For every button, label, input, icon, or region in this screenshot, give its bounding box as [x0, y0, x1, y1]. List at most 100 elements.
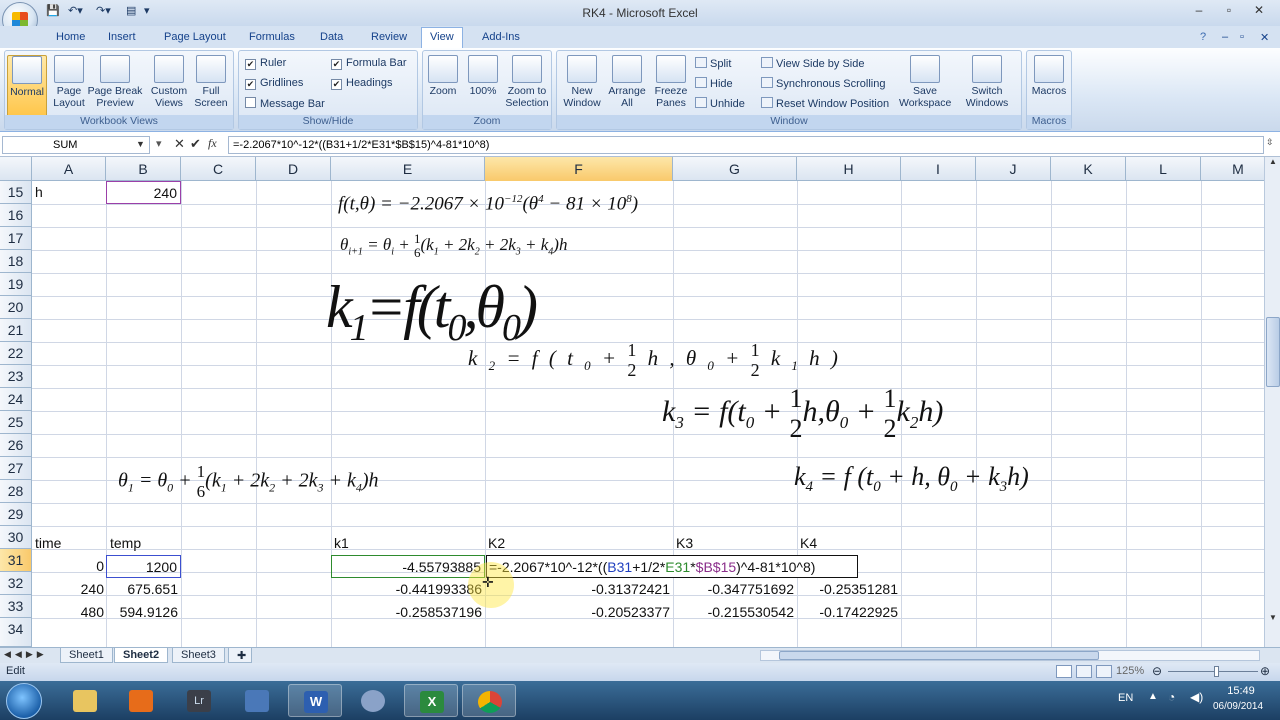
taskbar-word[interactable]: W [288, 684, 342, 717]
save-icon[interactable]: 💾 [46, 4, 60, 22]
cell-e31[interactable]: -4.55793885 [331, 555, 485, 578]
column-header-h[interactable]: H [797, 157, 901, 181]
cell-b31[interactable]: 1200 [106, 555, 181, 578]
switch-windows-button[interactable]: Switch Windows [959, 55, 1015, 117]
row-header-25[interactable]: 25 [0, 411, 32, 434]
select-all-corner[interactable] [0, 157, 32, 181]
cell-a33[interactable]: 480 [32, 601, 104, 624]
row-header-28[interactable]: 28 [0, 480, 32, 503]
tab-insert[interactable]: Insert [108, 31, 136, 43]
page-layout-button[interactable]: Page Layout [49, 55, 89, 117]
zoom-slider-thumb[interactable] [1214, 666, 1219, 677]
sheet-tab-sheet2[interactable]: Sheet2 [114, 648, 169, 663]
column-header-a[interactable]: A [32, 157, 106, 181]
tray-expand-icon[interactable]: ▲ [1148, 691, 1158, 702]
column-header-f[interactable]: F [485, 157, 673, 181]
column-header-b[interactable]: B [106, 157, 181, 181]
sheet-tab-sheet1[interactable]: Sheet1 [60, 648, 113, 663]
language-indicator[interactable]: EN [1118, 692, 1133, 704]
ribbon-minimize-icon[interactable]: – [1222, 31, 1228, 43]
taskbar-explorer[interactable] [58, 684, 112, 717]
zoom-selection-button[interactable]: Zoom to Selection [503, 55, 551, 117]
ribbon-close-icon[interactable]: ✕ [1260, 31, 1269, 44]
column-header-k[interactable]: K [1051, 157, 1126, 181]
full-screen-button[interactable]: Full Screen [191, 55, 231, 117]
cell-g32[interactable]: -0.347751692 [673, 578, 794, 601]
normal-view-button[interactable]: Normal [7, 55, 47, 117]
row-header-26[interactable]: 26 [0, 434, 32, 457]
cell-g33[interactable]: -0.215530542 [673, 601, 794, 624]
print-preview-icon[interactable]: ▤ [126, 4, 136, 22]
cell-a32[interactable]: 240 [32, 578, 104, 601]
sheet-nav-icons[interactable]: ◀◀▶▶ [4, 649, 48, 660]
taskbar-media[interactable] [114, 684, 168, 717]
normal-view-status-icon[interactable] [1056, 665, 1072, 678]
cell-f33[interactable]: -0.20523377 [485, 601, 670, 624]
tab-view[interactable]: View [421, 27, 463, 49]
zoom-button[interactable]: Zoom [423, 55, 463, 117]
row-header-16[interactable]: 16 [0, 204, 32, 227]
vertical-scroll-thumb[interactable] [1266, 317, 1280, 387]
start-button[interactable] [6, 683, 42, 719]
taskbar-tool[interactable] [230, 684, 284, 717]
page-layout-status-icon[interactable] [1076, 665, 1092, 678]
undo-icon[interactable]: ↶▾ [68, 4, 83, 22]
row-header-20[interactable]: 20 [0, 296, 32, 319]
tab-home[interactable]: Home [56, 31, 85, 43]
cell-a31[interactable]: 0 [32, 555, 104, 578]
insert-sheet-icon[interactable]: ✚ [228, 648, 252, 663]
redo-icon[interactable]: ↷▾ [96, 4, 111, 22]
cell-h30[interactable]: K4 [800, 532, 817, 555]
zoom-slider[interactable] [1168, 671, 1258, 672]
help-icon[interactable]: ? [1200, 31, 1206, 43]
row-header-32[interactable]: 32 [0, 572, 32, 595]
split-button[interactable]: Split [695, 57, 731, 73]
column-header-g[interactable]: G [673, 157, 797, 181]
zoom-in-icon[interactable]: ⊕ [1260, 664, 1270, 678]
cell-e32[interactable]: -0.441993386 [331, 578, 482, 601]
synchronous-scrolling-button[interactable]: Synchronous Scrolling [761, 77, 885, 93]
cell-a30[interactable]: time [35, 532, 61, 555]
cell-g30[interactable]: K3 [676, 532, 693, 555]
tab-add-ins[interactable]: Add-Ins [482, 31, 520, 43]
row-header-33[interactable]: 33 [0, 595, 32, 618]
horizontal-scrollbar[interactable] [760, 650, 1260, 661]
sheet-tab-sheet3[interactable]: Sheet3 [172, 648, 225, 663]
row-header-15[interactable]: 15 [0, 181, 32, 204]
formula-dropdown-icon[interactable]: ▾ [156, 137, 162, 150]
message-bar-checkbox[interactable]: Message Bar [245, 97, 325, 113]
row-header-30[interactable]: 30 [0, 526, 32, 549]
horizontal-scroll-thumb[interactable] [779, 651, 1099, 660]
cell-e33[interactable]: -0.258537196 [331, 601, 482, 624]
minimize-icon[interactable]: – [1186, 3, 1212, 21]
row-header-29[interactable]: 29 [0, 503, 32, 526]
clock-time[interactable]: 15:49 [1214, 685, 1268, 697]
row-header-27[interactable]: 27 [0, 457, 32, 480]
vertical-scrollbar[interactable]: ▲ ▼ [1264, 157, 1280, 647]
column-header-j[interactable]: J [976, 157, 1051, 181]
scroll-up-icon[interactable]: ▲ [1266, 157, 1280, 173]
insert-function-icon[interactable]: fx [208, 136, 217, 151]
tab-page-layout[interactable]: Page Layout [164, 31, 226, 43]
close-icon[interactable]: ✕ [1246, 3, 1272, 21]
cell-b32[interactable]: 675.651 [106, 578, 178, 601]
taskbar-chrome[interactable] [462, 684, 516, 717]
volume-icon[interactable]: ◀) [1190, 690, 1203, 704]
column-header-l[interactable]: L [1126, 157, 1201, 181]
formula-bar-checkbox[interactable]: ✔ Formula Bar [331, 57, 407, 73]
row-header-19[interactable]: 19 [0, 273, 32, 296]
tab-data[interactable]: Data [320, 31, 343, 43]
cell-f30[interactable]: K2 [488, 532, 505, 555]
cell-b15[interactable]: 240 [106, 181, 181, 204]
network-icon[interactable]: ◔ [1168, 690, 1175, 704]
cell-a15[interactable]: h [35, 181, 43, 204]
name-box[interactable]: SUM [2, 136, 150, 154]
cell-h32[interactable]: -0.25351281 [797, 578, 898, 601]
clock-date[interactable]: 06/09/2014 [1206, 701, 1270, 712]
cell-e30[interactable]: k1 [334, 532, 349, 555]
zoom-out-icon[interactable]: ⊖ [1152, 664, 1162, 678]
cell-b30[interactable]: temp [110, 532, 141, 555]
column-header-d[interactable]: D [256, 157, 331, 181]
name-box-dropdown-icon[interactable]: ▼ [136, 139, 145, 149]
headings-checkbox[interactable]: ✔ Headings [331, 77, 392, 93]
